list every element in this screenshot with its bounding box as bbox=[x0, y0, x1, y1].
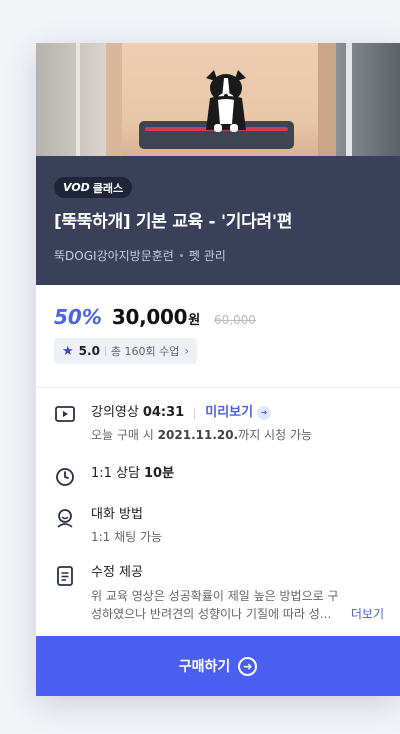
course-meta: 뚝DOGI강아지방문훈련 펫 관리 bbox=[54, 247, 380, 264]
lesson-count: 총 160회 수업 bbox=[110, 345, 180, 358]
person-icon bbox=[54, 506, 76, 564]
rating-chip[interactable]: ★ 5.0 총 160회 수업 › bbox=[54, 338, 198, 364]
preview-button[interactable]: 미리보기 ➜ bbox=[205, 404, 272, 422]
revise-desc-line1: 위 교육 영상은 성공확률이 제일 높은 방법으로 구 bbox=[91, 589, 339, 603]
vod-class-badge: VOD 클래스 bbox=[54, 177, 133, 198]
watch-suffix: 까지 시청 가능 bbox=[238, 428, 313, 442]
trainer-name[interactable]: 뚝DOGI강아지방문훈련 bbox=[54, 247, 174, 264]
divider bbox=[194, 407, 196, 419]
price-section: 50% 30,000원 60,000 ★ 5.0 총 160회 수업 › bbox=[36, 285, 400, 388]
sale-price-amount: 30,000 bbox=[111, 305, 188, 329]
course-thumbnail bbox=[36, 43, 400, 156]
video-duration: 04:31 bbox=[142, 405, 185, 420]
detail-revise: 수정 제공 위 교육 영상은 성공확률이 제일 높은 방법으로 구 성하였으나 … bbox=[54, 564, 384, 623]
original-price: 60,000 bbox=[213, 313, 256, 327]
chip-divider bbox=[104, 346, 106, 356]
currency-unit: 원 bbox=[188, 313, 200, 328]
course-title: [뚝뚝하개] 기본 교육 - '기다려'편 bbox=[54, 212, 293, 232]
arrow-right-icon: ➜ bbox=[257, 406, 272, 420]
preview-label: 미리보기 bbox=[205, 405, 254, 420]
chevron-right-icon: › bbox=[184, 344, 190, 358]
vod-label: VOD bbox=[63, 181, 90, 194]
dog-image bbox=[206, 70, 246, 132]
more-button[interactable]: 더보기 bbox=[351, 605, 384, 623]
chat-sub: 1:1 채팅 가능 bbox=[91, 530, 163, 544]
play-icon bbox=[54, 404, 76, 465]
course-card: VOD 클래스 [뚝뚝하개] 기본 교육 - '기다려'편 뚝DOGI강아지방문… bbox=[36, 43, 400, 696]
course-details: 강의영상 04:31 미리보기 ➜ 오늘 구매 시 2021.11.20.까지 … bbox=[36, 388, 400, 623]
arrow-circle-right-icon: ➜ bbox=[238, 656, 258, 676]
star-icon: ★ bbox=[62, 343, 74, 359]
watch-date: 2021.11.20. bbox=[157, 428, 239, 442]
document-icon bbox=[54, 564, 76, 623]
watch-prefix: 오늘 구매 시 bbox=[91, 428, 154, 442]
course-info-band: VOD 클래스 [뚝뚝하개] 기본 교육 - '기다려'편 뚝DOGI강아지방문… bbox=[36, 156, 400, 285]
course-category: 펫 관리 bbox=[188, 249, 226, 263]
revise-desc-line2: 성하였으나 반려견의 성향이나 기질에 따라 성... bbox=[91, 607, 332, 621]
class-label: 클래스 bbox=[92, 181, 124, 195]
sale-price: 30,000원 bbox=[112, 305, 200, 329]
detail-video: 강의영상 04:31 미리보기 ➜ 오늘 구매 시 2021.11.20.까지 … bbox=[54, 404, 384, 465]
consult-label: 1:1 상담 bbox=[91, 466, 140, 481]
chat-label: 대화 방법 bbox=[91, 507, 143, 522]
separator-dot bbox=[179, 254, 183, 257]
discount-rate: 50% bbox=[54, 305, 102, 329]
detail-chat: 대화 방법 1:1 채팅 가능 bbox=[54, 506, 384, 564]
video-label: 강의영상 bbox=[91, 405, 139, 420]
purchase-button[interactable]: 구매하기 ➜ bbox=[36, 636, 400, 696]
clock-icon bbox=[54, 465, 76, 506]
detail-consult: 1:1 상담 10분 bbox=[54, 465, 384, 506]
rating-score: 5.0 bbox=[78, 344, 100, 358]
consult-duration: 10분 bbox=[143, 466, 175, 481]
revise-label: 수정 제공 bbox=[91, 565, 143, 580]
purchase-label: 구매하기 bbox=[178, 659, 231, 675]
